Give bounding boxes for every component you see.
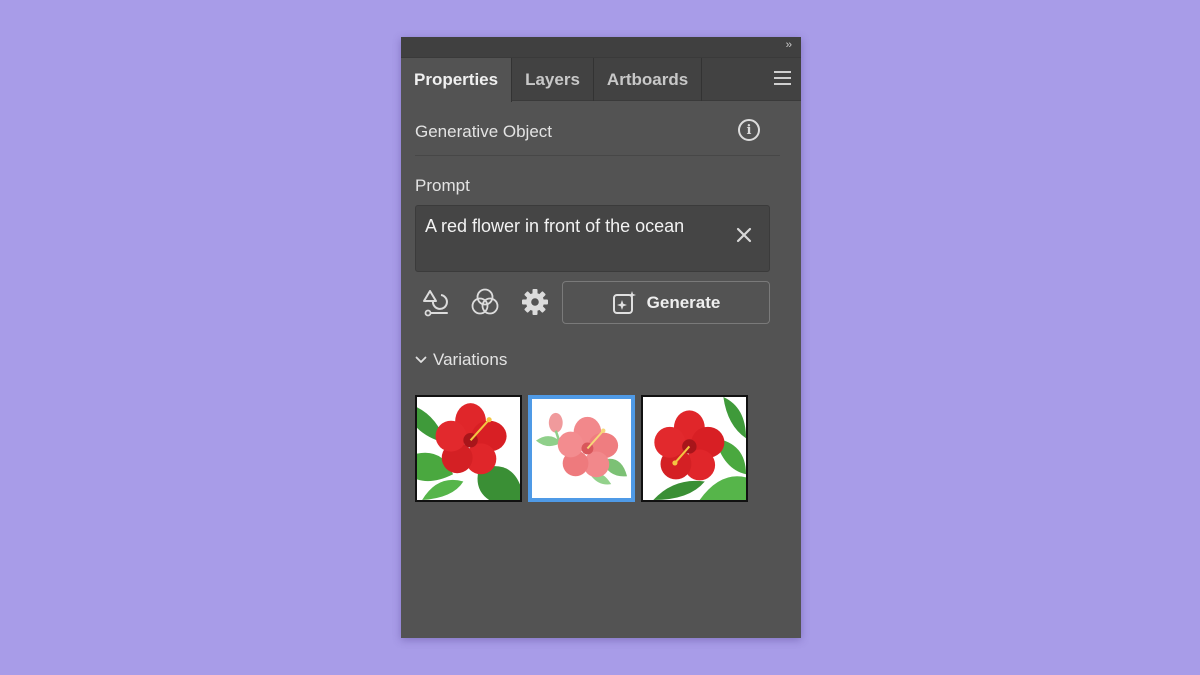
- panel-title-bar: ››: [401, 37, 801, 58]
- shape-type-icon[interactable]: [420, 287, 450, 317]
- variation-thumbnail-1[interactable]: [415, 395, 522, 502]
- hibiscus-image-1: [417, 397, 520, 500]
- tab-artboards[interactable]: Artboards: [594, 58, 703, 101]
- generative-object-header: Generative Object i: [415, 119, 780, 156]
- info-icon[interactable]: i: [738, 119, 760, 141]
- prompt-text[interactable]: A red flower in front of the ocean: [425, 216, 684, 237]
- color-effects-icon[interactable]: [470, 287, 500, 317]
- variation-thumbnail-3[interactable]: [641, 395, 748, 502]
- tab-layers[interactable]: Layers: [512, 58, 594, 101]
- variations-toggle[interactable]: Variations: [415, 350, 507, 370]
- panel-tabs: Properties Layers Artboards: [401, 58, 801, 102]
- panel-menu-icon[interactable]: [774, 71, 791, 85]
- variation-thumbnail-2[interactable]: [528, 395, 635, 502]
- properties-panel: ›› Properties Layers Artboards Generativ…: [401, 37, 801, 638]
- tab-properties[interactable]: Properties: [401, 58, 513, 102]
- generate-label: Generate: [646, 292, 721, 312]
- generate-button[interactable]: Generate: [562, 281, 770, 324]
- hibiscus-image-3: [643, 397, 746, 500]
- clear-prompt-icon[interactable]: [735, 226, 753, 244]
- generate-sparkle-icon: [612, 290, 636, 314]
- prompt-label: Prompt: [415, 176, 470, 195]
- chevron-down-icon: [415, 356, 427, 363]
- prompt-input[interactable]: A red flower in front of the ocean: [415, 205, 770, 272]
- hibiscus-image-2: [532, 399, 631, 498]
- section-title: Generative Object: [415, 122, 553, 141]
- settings-gear-icon[interactable]: [520, 287, 550, 317]
- variations-label: Variations: [433, 350, 508, 369]
- collapse-panel-icon[interactable]: ››: [786, 39, 792, 51]
